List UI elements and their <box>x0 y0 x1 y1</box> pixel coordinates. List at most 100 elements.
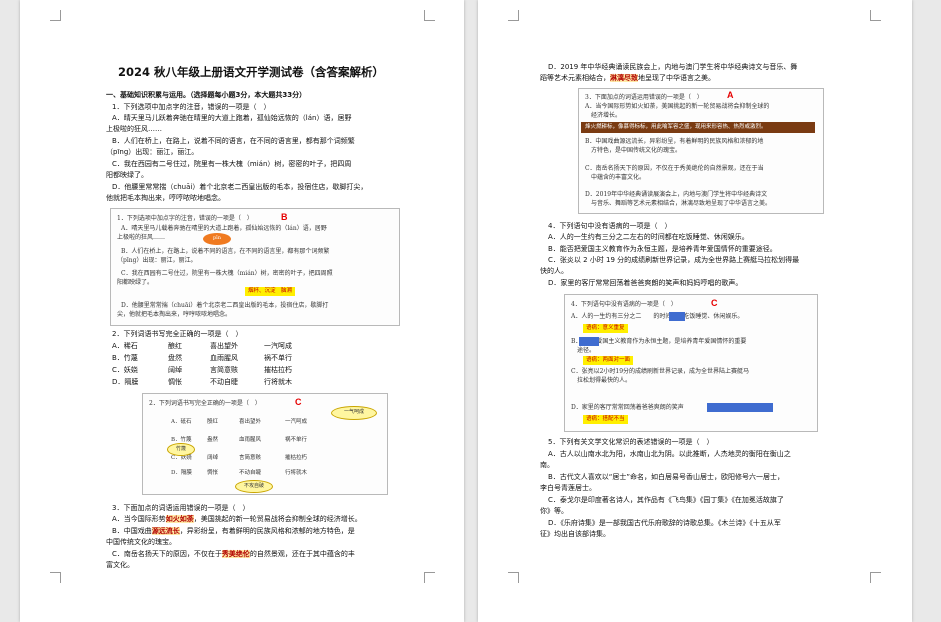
q1-option-c: C．我在西园有二号住过，院里有一株大槐（mián）树，密密的叶子，把四周 <box>112 160 352 168</box>
q3-option-b: B．中国戏曲源远流长，异彩纷呈，有着鲜明的民族风格和浓郁的地方特色，是 <box>112 527 355 536</box>
box3-option-b: B．中国戏曲源远流长，异彩纷呈，有着鲜明的民族风格和浓郁的地 <box>585 138 764 145</box>
box3-answer: A <box>727 90 734 100</box>
box4-answer: C <box>711 298 718 308</box>
crop-mark <box>870 572 881 583</box>
box3-option-b-cont: 方特色，是中国传统文化的瑰宝。 <box>591 147 682 154</box>
crop-mark <box>424 572 435 583</box>
q2-b-2: 盘然 <box>168 354 182 362</box>
question-3-stem: 3．下面加点的词语运用错误的一项是（ ） <box>112 504 250 512</box>
q2-a-3: 喜出望外 <box>210 342 238 350</box>
box1-answer: B <box>281 212 288 222</box>
box4-option-d: D．家里的客厅常常回荡着爸爸爽朗的笑声 <box>571 404 684 411</box>
box2-a-2: 殷红 <box>207 419 219 425</box>
box2-b-2: 盎然 <box>207 437 219 443</box>
q1-option-c-cont: 阳都映绿了。 <box>106 171 148 179</box>
q3-option-d: D．2019 年中华经典诵读民族会上，内地与澳门学生将中华经典诗文与音乐、舞 <box>548 63 798 71</box>
box4-note-b: 语病：两面对一面 <box>583 356 634 365</box>
question-5-stem: 5．下列有关文学文化常识的表述错误的一项是（ ） <box>548 438 714 446</box>
q3-d-text: 蹈等艺术元素相结合， <box>540 74 610 82</box>
question-2-stem: 2．下列词语书写完全正确的一项是（ ） <box>112 330 243 338</box>
q4-option-c-cont: 快的人。 <box>540 267 568 275</box>
box3-option-a: A．当今国际形势如火如荼，美国挑起的新一轮贸易战将会抑制全球的 <box>585 103 770 110</box>
box4-mask-b <box>579 337 599 346</box>
box2-a-3: 喜出望外 <box>239 419 262 425</box>
q5-option-c: C．泰戈尔是印度著名诗人，其作品有《飞鸟集》《园丁集》《在加冕活故旗了 <box>548 496 784 504</box>
q3-a-text-2: ，美国挑起的新一轮贸易战将会抑制全球的经济增长。 <box>193 515 362 523</box>
q2-d-2: 惆怅 <box>168 378 182 386</box>
q2-b-1: B．竹蔑 <box>112 354 138 362</box>
box3-label: 3．下面加点的词语运用错误的一项是（ ） <box>585 94 703 101</box>
question-1-stem: 1．下列选项中加点字的注音，错误的一项是（ ） <box>112 103 271 111</box>
q5-option-d: D．《乐府诗集》是一部我国古代乐府歌辞的诗歌总集。《木兰诗》《十五从军 <box>548 519 781 527</box>
box1-option-a: A．晴天里马儿载着奔驰在晴里的大道上跑着，孤仙始远恢的（lán）语，居野 <box>121 225 327 232</box>
q3-option-c-cont: 富文化。 <box>106 561 134 569</box>
q4-option-b: B．能否把爱国主义教育作为永恒主题，是培养青年爱国情怀的重要途径。 <box>548 245 777 253</box>
q1-option-b: B．人们在桥上，在路上，说着不同的语言，在不同的语言里，都有那个词频繁 <box>112 137 355 145</box>
box2-c-2: 阔绰 <box>207 455 219 461</box>
box1-option-d: D．他腰里常常揣（chuāi）着个北京老二西皇出版的毛本，投宿住店，歇脚打 <box>121 302 329 309</box>
q3-b-text-2: ，异彩纷呈，有着鲜明的民族风格和浓郁的地方特色，是 <box>179 527 355 535</box>
box3-option-c: C．南岳名扬天下的原因，不仅在于秀美绝伦的自然景观，还在于当 <box>585 165 764 172</box>
box2-callout-1: 一气呵成 <box>331 406 377 420</box>
box1-option-b: B．人们在桥上，在路上，说着不同的语言，在不同的语言里，都有那个词频繁 <box>121 248 330 255</box>
q5-option-a-cont: 南。 <box>540 461 554 469</box>
q3-option-d-cont: 蹈等艺术元素相结合，淋漓尽致地呈现了中华语言之美。 <box>540 74 715 83</box>
box3-option-c-cont: 中蕴含的丰富文化。 <box>591 174 646 181</box>
q1-option-d-cont: 他就把毛本掏出来，哼哼哝哝地唱念。 <box>106 194 225 202</box>
box2-a-4: 一汽呵成 <box>285 419 308 425</box>
box4-mask-a <box>669 312 685 321</box>
q2-d-3: 不动自睫 <box>210 378 238 386</box>
box4-option-a: A．人的一生约有三分之二 的时间都在吃饭睡觉、休闲娱乐。 <box>571 313 744 320</box>
q3-c-text: C．南岳名扬天下的原因，不仅在于 <box>112 550 222 558</box>
q3-c-highlight: 秀美绝伦 <box>221 550 250 558</box>
q3-a-text: A．当今国际形势 <box>112 515 166 523</box>
box1-note: 烟杯、沉淀 脑溯 <box>245 287 296 296</box>
box2-b-4: 祸不单行 <box>285 437 308 443</box>
crop-mark <box>508 572 519 583</box>
q4-option-a: A．人的一生约有三分之二左右的时间都在吃饭睡觉、休闲娱乐。 <box>548 233 749 241</box>
q3-option-b-cont: 中国传统文化的瑰宝。 <box>106 538 176 546</box>
box3-option-a-cont: 经济增长。 <box>591 112 622 119</box>
q2-c-2: 阔绰 <box>168 366 182 374</box>
q4-option-d: D．家里的客厅常常回荡着爸爸爽朗的笑声和妈妈哼唱的歌声。 <box>548 279 743 287</box>
box1-option-b-cont: （pīng）出现：丽江，丽江。 <box>117 257 197 264</box>
q2-a-2: 酿红 <box>168 342 182 350</box>
box4-note-d: 语病：搭配不当 <box>583 415 628 424</box>
q5-option-b: B．古代文人喜欢以“居士”命名，如白居易号香山居士，欧阳修号六一居士， <box>548 473 785 481</box>
q1-option-b-cont: （pīng）出现：丽江，丽江。 <box>106 148 199 156</box>
q3-c-text-2: 的自然景观，还在于其中蕴含的丰 <box>249 550 355 558</box>
box1-option-c: C．我在西园有二号住过，院里有一株大槐（mián）树，密密的叶子，把四周照 <box>121 270 333 277</box>
question-4-stem: 4．下列语句中没有语病的一项是（ ） <box>548 222 672 230</box>
crop-mark <box>870 10 881 21</box>
q2-b-3: 血雨腥风 <box>210 354 238 362</box>
answer-screenshot-q4: 4．下列语句中没有语病的一项是（ ） C A．人的一生约有三分之二 的时间都在吃… <box>564 294 818 432</box>
box4-mask-d <box>707 403 773 412</box>
crop-mark <box>508 10 519 21</box>
box3-banner: 烽火燃耕标，像慕得标标，用此喻军容之盛，现用来形容热、热烈或激烈。 <box>581 122 815 133</box>
document-page-1: 2024 秋八年级上册语文开学测试卷（含答案解析） 一、基础知识积累与运用。（选… <box>20 0 464 622</box>
q2-a-4: 一汽呵成 <box>264 342 292 350</box>
q3-a-highlight: 如火如荼 <box>165 515 194 523</box>
q5-option-b-cont: 李白号青莲居士。 <box>540 484 596 492</box>
box3-option-d-cont: 与音乐、舞蹈等艺术元素相结合，淋漓尽致地呈现了中华语言之美。 <box>591 200 772 207</box>
answer-screenshot-q3: 3．下面加点的词语运用错误的一项是（ ） A A．当今国际形势如火如荼，美国挑起… <box>578 88 824 214</box>
section-heading: 一、基础知识积累与运用。（选择题每小题3分，本大题共33分） <box>106 91 307 99</box>
q2-c-3: 言简意赅 <box>210 366 238 374</box>
box1-label: 1．下列选项中加点字的注音，错误的一项是（ ） <box>117 215 253 222</box>
box2-c-3: 言简意赅 <box>239 455 262 461</box>
box4-option-b-cont: 途径。 <box>577 347 596 354</box>
box2-d-3: 不动自睫 <box>239 470 262 476</box>
box4-note-a: 语病：意义重复 <box>583 324 628 333</box>
q2-b-4: 祸不单行 <box>264 354 292 362</box>
box2-callout-3: 不攻自破 <box>235 480 273 493</box>
document-page-2: D．2019 年中华经典诵读民族会上，内地与澳门学生将中华经典诗文与音乐、舞 蹈… <box>478 0 912 622</box>
q3-b-text: B．中国戏曲 <box>112 527 152 535</box>
box2-b-3: 血雨腥风 <box>239 437 262 443</box>
box1-callout: pīn <box>203 233 231 245</box>
q3-option-a: A．当今国际形势如火如荼，美国挑起的新一轮贸易战将会抑制全球的经济增长。 <box>112 515 362 524</box>
answer-screenshot-q2: 2．下列词语书写完全正确的一项是（ ） C A．砥石 殷红 喜出望外 一汽呵成 … <box>142 393 388 495</box>
crop-mark <box>50 10 61 21</box>
box2-d-4: 行将就木 <box>285 470 308 476</box>
box2-a-1: A．砥石 <box>171 419 192 425</box>
q3-d-highlight: 淋漓尽致 <box>610 74 638 82</box>
